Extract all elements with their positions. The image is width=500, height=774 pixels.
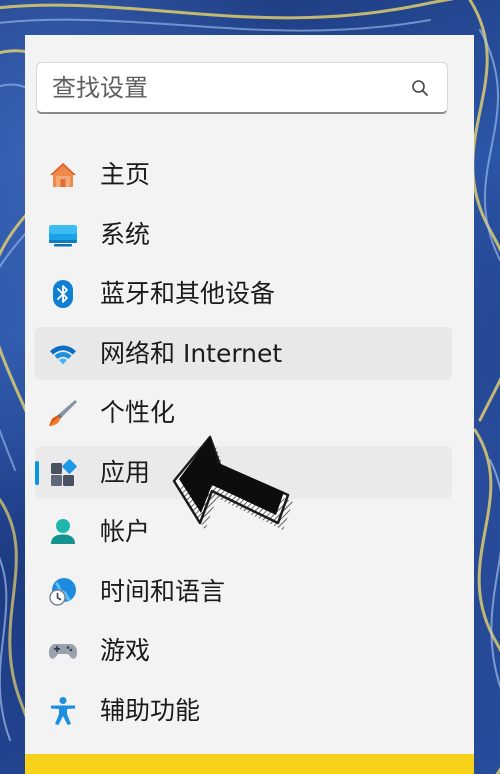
bluetooth-icon: [53, 280, 73, 308]
paintbrush-icon: [49, 400, 77, 426]
nav-item-bluetooth[interactable]: 蓝牙和其他设备: [35, 267, 452, 320]
nav-item-accessibility[interactable]: 辅助功能: [35, 684, 452, 737]
nav-item-label: 个性化: [100, 398, 176, 427]
highlight-strip: [25, 754, 474, 774]
search-icon[interactable]: [411, 79, 429, 97]
nav-item-label: 辅助功能: [100, 695, 201, 725]
accessibility-icon: [51, 696, 75, 725]
nav-item-label: 主页: [100, 160, 151, 189]
nav-item-system[interactable]: 系统: [35, 208, 452, 261]
settings-panel: 主页 系统 蓝牙和其他设备 网络和 Internet: [25, 35, 474, 774]
selection-indicator: [35, 460, 39, 485]
nav-item-home[interactable]: 主页: [35, 148, 452, 201]
nav-item-apps[interactable]: 应用: [35, 445, 452, 499]
nav-item-time-language[interactable]: 时间和语言: [35, 565, 452, 618]
nav-item-label: 游戏: [100, 636, 151, 665]
settings-nav: 主页 系统 蓝牙和其他设备 网络和 Internet 个性化 应用 帐户 时间和…: [35, 148, 452, 743]
nav-item-label: 网络和 Internet: [100, 338, 283, 368]
nav-item-gaming[interactable]: 游戏: [35, 624, 452, 677]
nav-item-label: 系统: [100, 219, 151, 249]
nav-item-label: 应用: [100, 457, 151, 487]
nav-item-accounts[interactable]: 帐户: [35, 505, 452, 558]
nav-item-label: 帐户: [100, 517, 151, 546]
account-icon: [51, 519, 75, 544]
nav-item-label: 蓝牙和其他设备: [100, 279, 276, 308]
wifi-icon: [50, 345, 76, 364]
home-icon: [50, 163, 76, 187]
system-display-icon: [49, 224, 77, 246]
search-box[interactable]: [36, 62, 448, 114]
nav-item-network[interactable]: 网络和 Internet: [35, 326, 452, 380]
gamepad-icon: [48, 644, 78, 659]
nav-item-label: 时间和语言: [100, 576, 226, 606]
globe-clock-icon: [49, 577, 76, 606]
nav-item-personalization[interactable]: 个性化: [35, 386, 452, 439]
apps-icon: [51, 458, 77, 486]
search-input[interactable]: [37, 63, 397, 112]
